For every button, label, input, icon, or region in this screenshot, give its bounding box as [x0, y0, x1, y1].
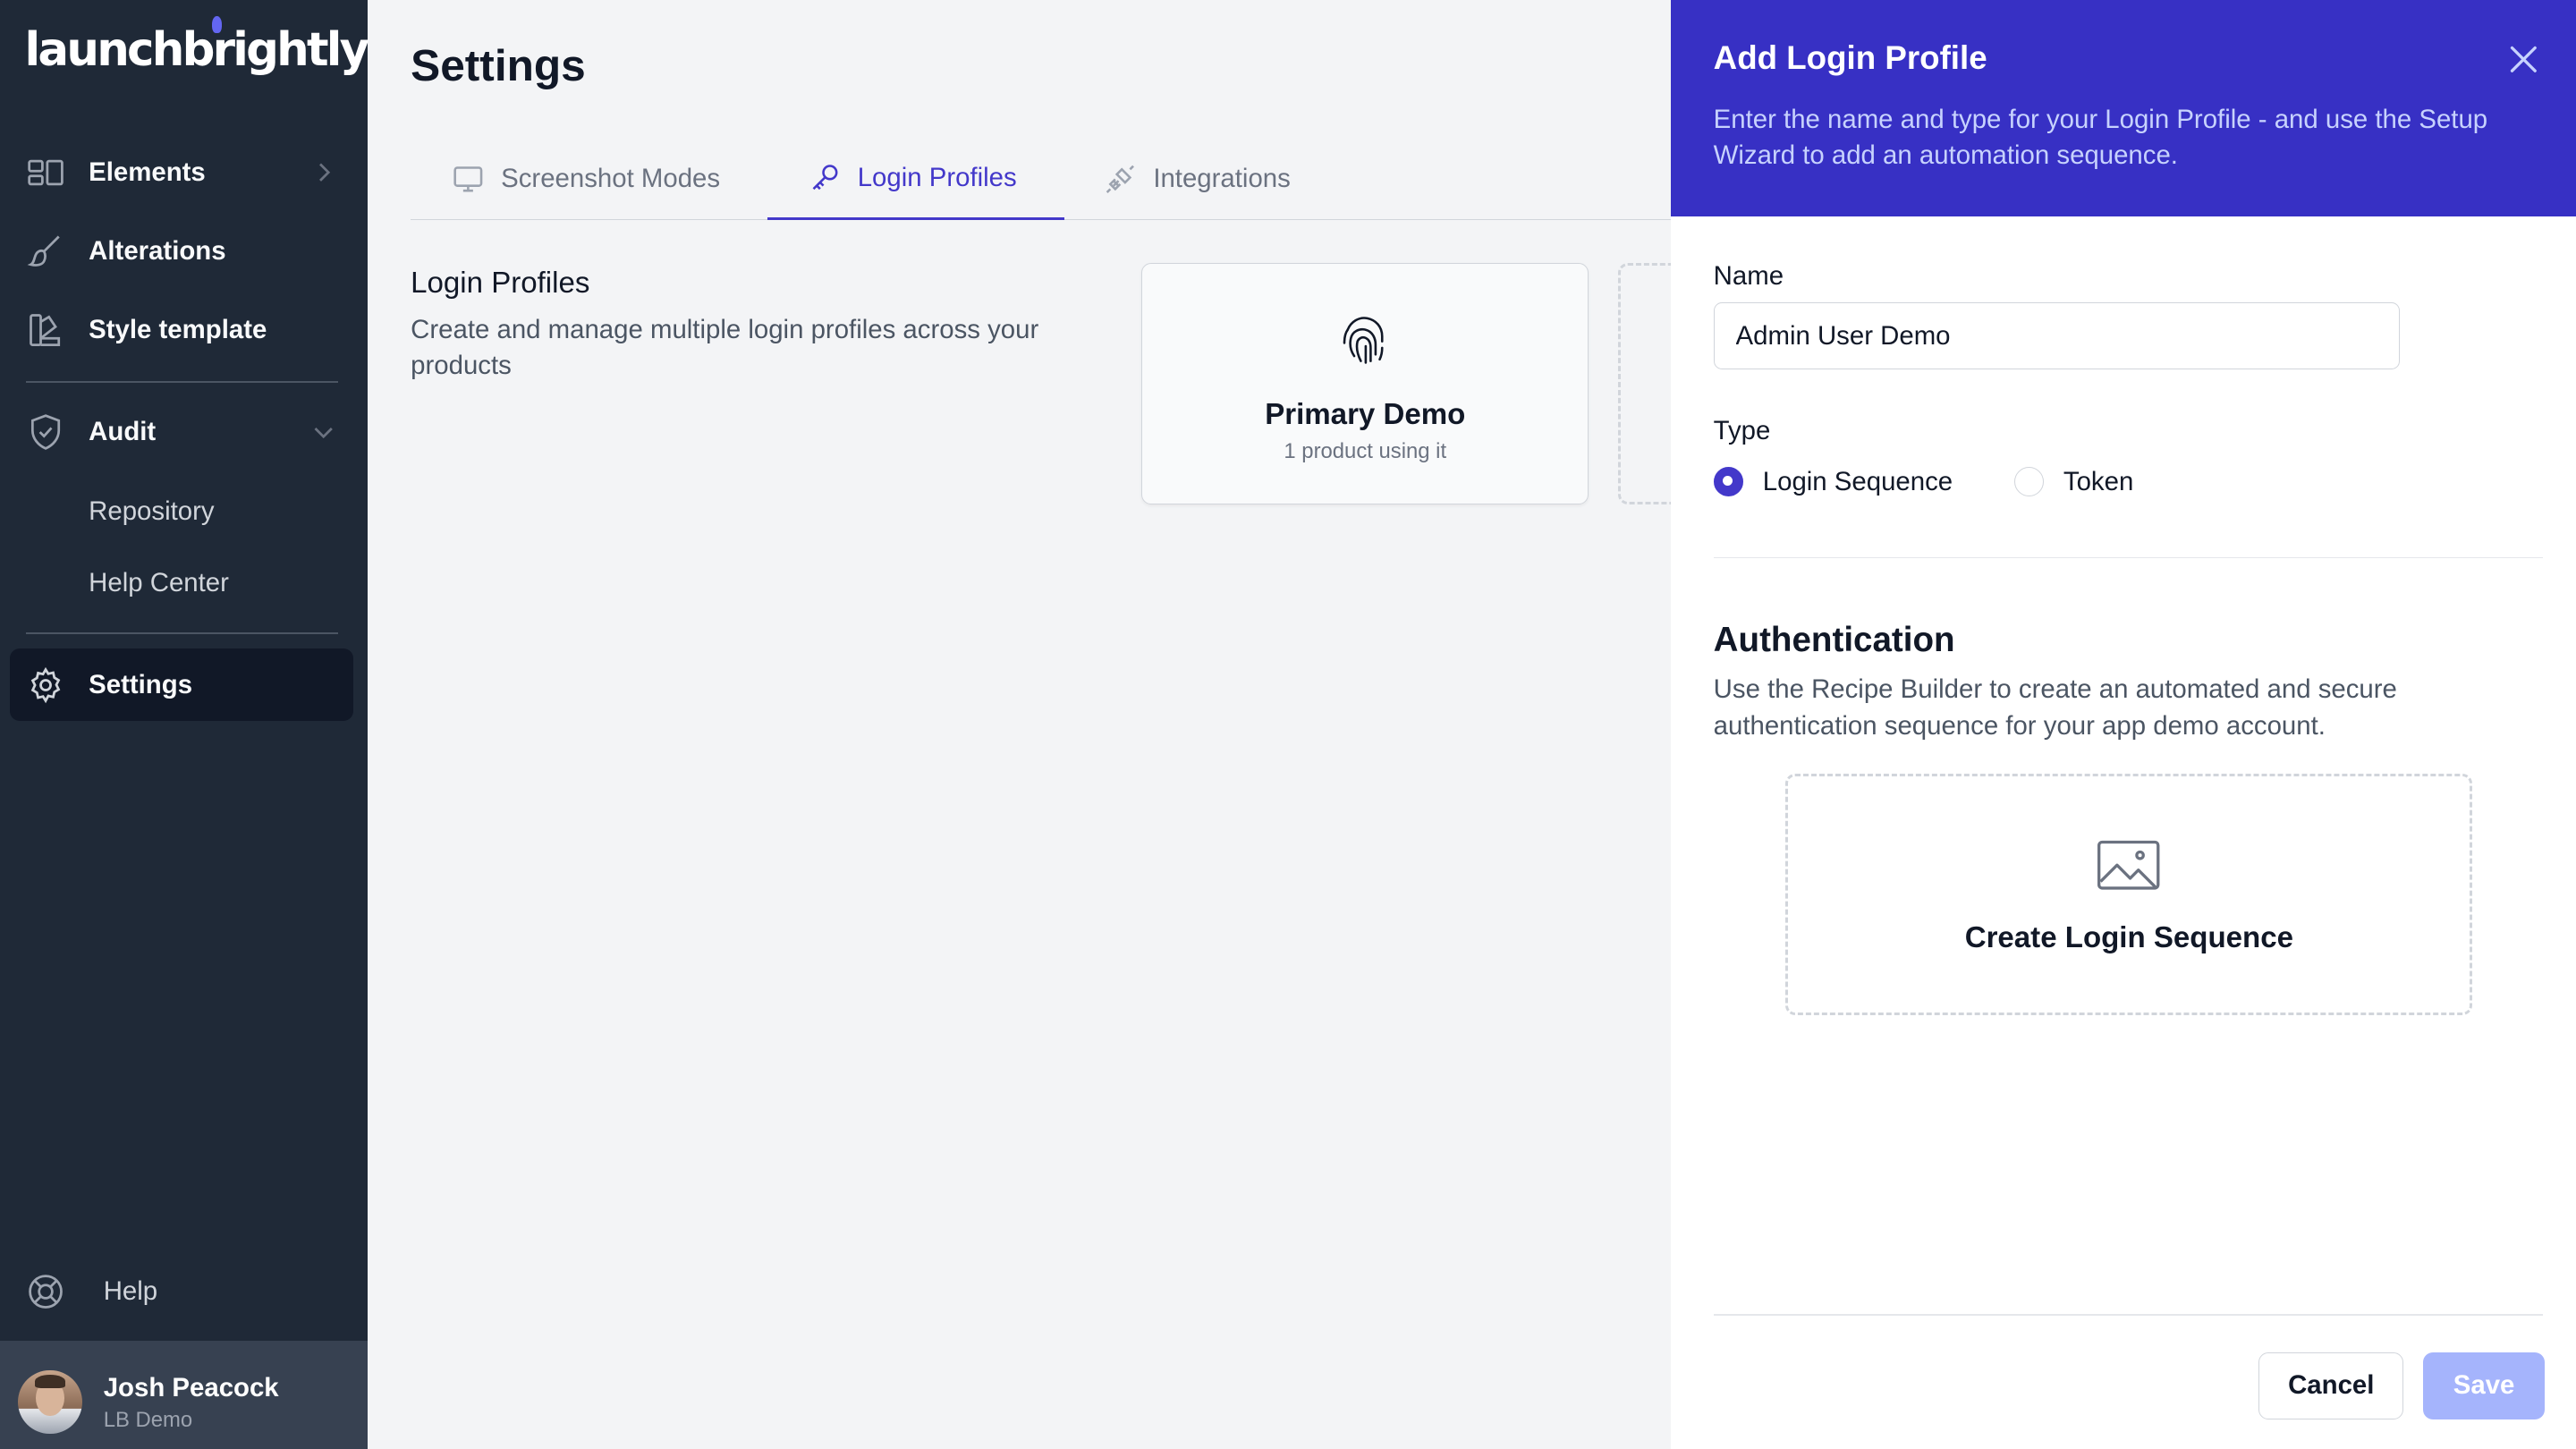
- name-label: Name: [1713, 261, 1784, 292]
- user-name: Josh Peacock: [103, 1373, 279, 1403]
- profile-card-primary-demo[interactable]: Primary Demo 1 product using it: [1141, 262, 1589, 504]
- create-login-sequence-button[interactable]: Create Login Sequence: [1785, 774, 2473, 1016]
- sidebar-item-label: Audit: [89, 417, 157, 447]
- brush-icon: [27, 235, 61, 267]
- sidebar: launchbrightly Elements Alterations Styl…: [0, 0, 370, 1449]
- tab-label: Screenshot Modes: [501, 164, 721, 194]
- key-icon: [812, 165, 838, 191]
- sidebar-item-settings[interactable]: Settings: [10, 648, 353, 722]
- close-icon[interactable]: [2507, 43, 2540, 76]
- logo-text: launchbrightly: [24, 22, 370, 77]
- section-description: Create and manage multiple login profile…: [411, 314, 1039, 381]
- gear-icon: [31, 666, 61, 704]
- panel-footer-divider: [1713, 1314, 2544, 1317]
- panel-title: Add Login Profile: [1713, 39, 1987, 77]
- user-org: LB Demo: [103, 1408, 193, 1433]
- sidebar-item-audit[interactable]: Audit: [10, 396, 353, 469]
- monitor-icon: [453, 166, 483, 192]
- elements-icon: [28, 159, 64, 186]
- plug-icon: [1106, 165, 1135, 193]
- panel-description: Enter the name and type for your Login P…: [1713, 104, 2488, 171]
- sidebar-item-repository[interactable]: Repository: [89, 496, 214, 527]
- save-button[interactable]: Save: [2423, 1352, 2546, 1419]
- name-input[interactable]: [1713, 301, 2401, 370]
- fingerprint-icon: [1343, 316, 1384, 364]
- authentication-description: Use the Recipe Builder to create an auto…: [1713, 674, 2397, 741]
- panel-header: Add Login Profile Enter the name and typ…: [1670, 0, 2576, 217]
- avatar: [18, 1369, 82, 1435]
- radio-token-label[interactable]: Token: [2063, 467, 2133, 497]
- settings-tabs: Screenshot Modes Login Profiles Integrat…: [411, 138, 1671, 221]
- sidebar-item-help-center[interactable]: Help Center: [89, 568, 229, 598]
- tab-login-profiles[interactable]: Login Profiles: [767, 138, 1065, 221]
- tab-integrations[interactable]: Integrations: [1104, 138, 1291, 220]
- profile-card-title: Primary Demo: [1265, 398, 1466, 432]
- help-label: Help: [103, 1275, 158, 1306]
- sidebar-divider: [26, 632, 339, 634]
- sidebar-divider: [26, 381, 339, 383]
- radio-token[interactable]: [2013, 466, 2044, 496]
- main-content: Settings Screenshot Modes Login Profiles…: [368, 0, 1717, 1449]
- image-icon: [2097, 840, 2160, 890]
- shield-check-icon: [31, 414, 61, 450]
- sidebar-item-elements[interactable]: Elements: [10, 136, 353, 208]
- tab-label: Login Profiles: [857, 162, 1017, 192]
- sidebar-item-style-template[interactable]: Style template: [10, 294, 353, 367]
- authentication-title: Authentication: [1713, 621, 1955, 660]
- launchbrightly-logo[interactable]: launchbrightly: [24, 16, 370, 77]
- type-label: Type: [1713, 415, 1771, 445]
- panel-divider: [1713, 556, 2544, 559]
- help-link[interactable]: Help: [26, 1272, 157, 1311]
- sidebar-item-label: Elements: [89, 157, 206, 187]
- tab-label: Integrations: [1153, 164, 1291, 194]
- create-login-sequence-label: Create Login Sequence: [1964, 920, 2293, 954]
- radio-login-sequence-label[interactable]: Login Sequence: [1763, 467, 1953, 497]
- user-profile[interactable]: Josh Peacock LB Demo: [0, 1340, 369, 1449]
- chevron-right-icon: [319, 163, 331, 182]
- tab-screenshot-modes[interactable]: Screenshot Modes: [452, 138, 720, 220]
- add-login-profile-panel: Add Login Profile Enter the name and typ…: [1670, 0, 2576, 1449]
- sidebar-item-label: Style template: [89, 315, 267, 345]
- sidebar-item-alterations[interactable]: Alterations: [10, 216, 353, 288]
- palette-icon: [30, 314, 61, 347]
- page-title: Settings: [411, 40, 586, 91]
- lifebuoy-icon: [29, 1274, 64, 1309]
- cancel-button[interactable]: Cancel: [2258, 1352, 2404, 1419]
- profile-card-subtitle: 1 product using it: [1284, 439, 1447, 464]
- radio-login-sequence[interactable]: [1713, 466, 1743, 496]
- section-title: Login Profiles: [411, 266, 590, 300]
- flame-icon: [211, 16, 222, 33]
- sidebar-item-label: Settings: [89, 669, 193, 699]
- chevron-down-icon: [314, 428, 333, 439]
- sidebar-item-label: Alterations: [89, 236, 226, 266]
